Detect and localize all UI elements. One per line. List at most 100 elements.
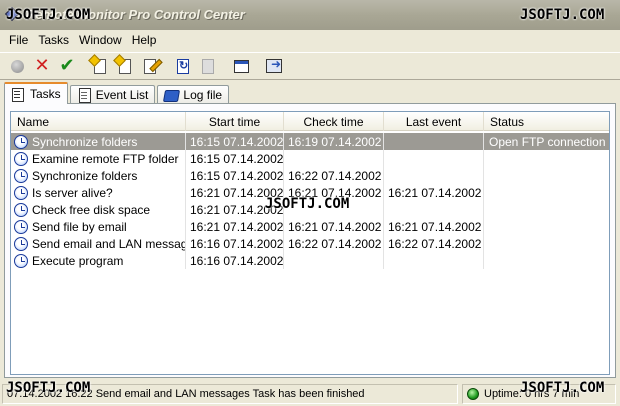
status-cell: Open FTP connection <box>484 133 609 150</box>
tab-event-list-label: Event List <box>95 88 149 102</box>
check-time-cell: 16:22 07.14.2002 <box>284 167 384 184</box>
table-row[interactable]: Execute program 16:16 07.14.2002 <box>11 252 609 269</box>
status-cell <box>484 235 609 252</box>
check-time-cell: 16:19 07.14.2002 <box>284 133 384 150</box>
window-button[interactable] <box>230 55 252 77</box>
menu-window[interactable]: Window <box>74 31 127 49</box>
tab-strip: Tasks Event List Log file <box>4 82 231 104</box>
task-name-cell: Send file by email <box>11 218 186 235</box>
task-name-cell: Examine remote FTP folder <box>11 150 186 167</box>
run-task-button[interactable]: ✔ <box>56 55 78 77</box>
status-cell <box>484 150 609 167</box>
toolbar-separator <box>81 55 89 77</box>
menu-file[interactable]: File <box>4 31 33 49</box>
clock-icon <box>14 185 28 200</box>
menu-help[interactable]: Help <box>127 31 162 49</box>
column-header-check-time[interactable]: Check time <box>284 112 384 131</box>
last-event-cell: 16:22 07.14.2002 <box>384 235 484 252</box>
check-icon: ✔ <box>59 55 75 76</box>
check-time-cell <box>284 150 384 167</box>
clock-icon <box>14 253 28 268</box>
tab-tasks-label: Tasks <box>30 87 61 101</box>
task-name-cell: Execute program <box>11 252 186 269</box>
refresh-task-icon <box>177 58 189 74</box>
task-name-cell: Send email and LAN messages <box>11 235 186 252</box>
pause-task-button[interactable] <box>6 55 28 77</box>
title-bar[interactable]: Remote Monitor Pro Control Center JSOFTJ… <box>0 0 620 30</box>
check-time-cell: 16:21 07.14.2002 <box>284 218 384 235</box>
task-name-cell: Check free disk space <box>11 201 186 218</box>
status-cell <box>484 252 609 269</box>
task-name-cell: Is server alive? <box>11 184 186 201</box>
table-row[interactable]: Synchronize folders 16:15 07.14.2002 16:… <box>11 133 609 150</box>
start-time-cell: 16:15 07.14.2002 <box>186 167 284 184</box>
task-name: Send email and LAN messages <box>32 236 186 251</box>
tab-log-file[interactable]: Log file <box>157 85 230 104</box>
edit-task-icon <box>144 58 156 74</box>
clock-icon <box>14 134 28 149</box>
watermark-middle: JSOFTJ.COM <box>265 196 350 212</box>
delete-x-icon: ✕ <box>34 55 50 76</box>
table-row[interactable]: Examine remote FTP folder 16:15 07.14.20… <box>11 150 609 167</box>
check-time-cell <box>284 252 384 269</box>
menu-tasks[interactable]: Tasks <box>33 31 74 49</box>
tasks-list-icon <box>11 87 25 102</box>
task-name: Examine remote FTP folder <box>32 151 179 166</box>
tab-log-file-label: Log file <box>183 88 223 102</box>
toolbar: ✕ ✔ <box>0 52 620 80</box>
tab-tasks[interactable]: Tasks <box>4 82 68 104</box>
main-window: Remote Monitor Pro Control Center JSOFTJ… <box>0 0 620 406</box>
start-time-cell: 16:15 07.14.2002 <box>186 150 284 167</box>
column-header-name[interactable]: Name <box>11 112 186 131</box>
task-name: Send file by email <box>32 219 127 234</box>
table-row[interactable]: Send file by email 16:21 07.14.2002 16:2… <box>11 218 609 235</box>
column-header-start-time[interactable]: Start time <box>186 112 284 131</box>
edit-task-button[interactable] <box>139 55 161 77</box>
toolbar-separator <box>222 55 230 77</box>
task-name: Is server alive? <box>32 185 113 200</box>
list-header: Name Start time Check time Last event St… <box>11 112 609 131</box>
export-button[interactable] <box>263 55 285 77</box>
status-cell <box>484 201 609 218</box>
start-time-cell: 16:15 07.14.2002 <box>186 133 284 150</box>
task-name: Synchronize folders <box>32 134 138 149</box>
task-name-cell: Synchronize folders <box>11 133 186 150</box>
watermark-bottom-left: JSOFTJ.COM <box>6 380 91 396</box>
task-name: Execute program <box>32 253 124 268</box>
check-time-cell: 16:22 07.14.2002 <box>284 235 384 252</box>
watermark-top-left: JSOFTJ.COM <box>6 7 91 23</box>
window-icon <box>233 59 249 73</box>
copy-task-button[interactable] <box>114 55 136 77</box>
export-icon <box>266 57 282 73</box>
task-name-cell: Synchronize folders <box>11 167 186 184</box>
clock-icon <box>14 151 28 166</box>
last-event-cell <box>384 150 484 167</box>
copy-task-icon <box>119 58 131 74</box>
table-row[interactable]: Synchronize folders 16:15 07.14.2002 16:… <box>11 167 609 184</box>
refresh-task-button[interactable] <box>172 55 194 77</box>
tab-event-list[interactable]: Event List <box>69 85 156 104</box>
clock-icon <box>14 168 28 183</box>
new-task-icon <box>94 58 106 74</box>
start-time-cell: 16:16 07.14.2002 <box>186 235 284 252</box>
status-led-icon <box>467 388 479 400</box>
last-event-cell <box>384 252 484 269</box>
column-header-last-event[interactable]: Last event <box>384 112 484 131</box>
table-row[interactable]: Send email and LAN messages 16:16 07.14.… <box>11 235 609 252</box>
task-name: Check free disk space <box>32 202 151 217</box>
new-task-button[interactable] <box>89 55 111 77</box>
blank-task-button[interactable] <box>197 55 219 77</box>
tasks-list[interactable]: Name Start time Check time Last event St… <box>10 111 610 375</box>
watermark-bottom-right: JSOFTJ.COM <box>520 380 605 396</box>
blank-document-icon <box>202 58 214 74</box>
menu-bar: File Tasks Window Help <box>0 30 620 50</box>
watermark-top-right: JSOFTJ.COM <box>520 7 605 23</box>
clock-icon <box>14 219 28 234</box>
toolbar-separator <box>255 55 263 77</box>
task-name: Synchronize folders <box>32 168 138 183</box>
toolbar-separator <box>164 55 172 77</box>
column-header-status[interactable]: Status <box>484 112 609 131</box>
clock-icon <box>14 236 28 251</box>
last-event-cell <box>384 167 484 184</box>
delete-task-button[interactable]: ✕ <box>31 55 53 77</box>
